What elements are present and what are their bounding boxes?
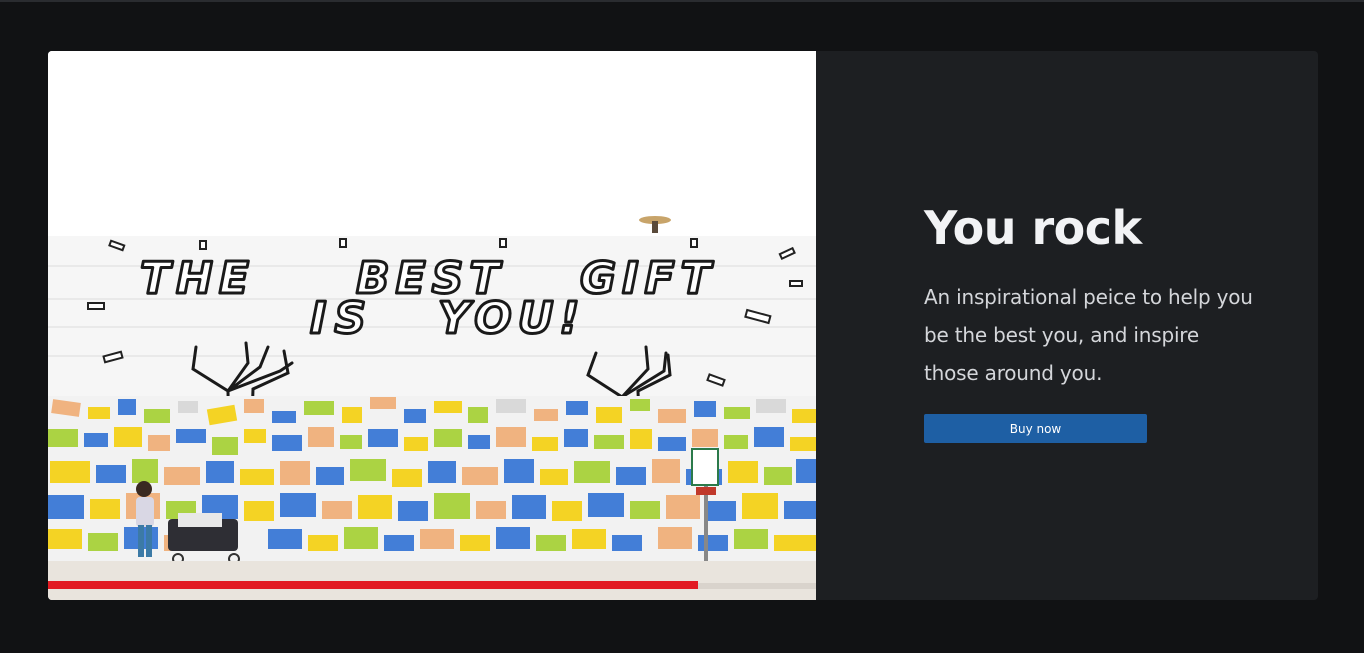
svg-text:GIFT: GIFT [580,253,717,304]
svg-text:THE: THE [140,253,255,304]
mural-illustration: THE BEST GIFT IS YOU! [48,51,816,600]
buy-now-button[interactable]: Buy now [924,414,1147,444]
svg-text:YOU!: YOU! [438,293,586,344]
product-info: You rock An inspirational peice to help … [924,201,1264,444]
product-card: THE BEST GIFT IS YOU! You rock An inspir… [48,51,1318,600]
top-border [0,0,1364,2]
product-description: An inspirational peice to help you be th… [924,285,1253,386]
hero-image: THE BEST GIFT IS YOU! [48,51,816,600]
svg-text:IS: IS [310,293,374,344]
product-title: You rock [924,201,1142,255]
